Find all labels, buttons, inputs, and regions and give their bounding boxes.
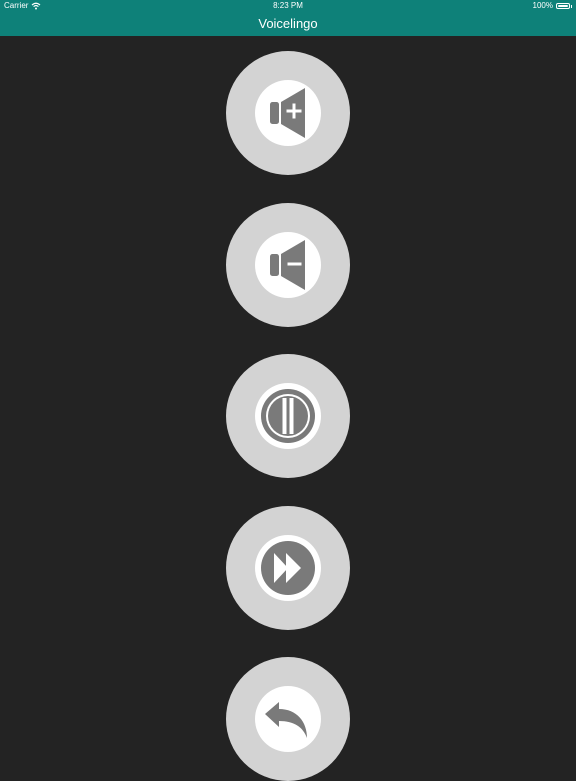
fast-forward-icon [261, 541, 315, 595]
nav-bar: Voicelingo [0, 12, 576, 36]
battery-percent: 100% [532, 1, 553, 10]
fast-forward-button[interactable] [226, 506, 350, 630]
status-time: 8:23 PM [273, 1, 303, 10]
reply-arrow-icon [265, 702, 307, 738]
pause-button[interactable] [226, 354, 350, 478]
volume-down-inner [255, 232, 321, 298]
status-bar: Carrier 8:23 PM 100% [0, 0, 576, 12]
app-title: Voicelingo [258, 16, 318, 31]
volume-down-button[interactable] [226, 203, 350, 327]
battery-icon [556, 3, 570, 9]
pause-inner [255, 383, 321, 449]
fast-forward-inner [255, 535, 321, 601]
battery-tip [571, 4, 572, 8]
volume-up-inner [255, 80, 321, 146]
back-button[interactable] [226, 657, 350, 781]
volume-up-button[interactable] [226, 51, 350, 175]
status-right: 100% [533, 0, 572, 12]
volume-minus-icon [270, 240, 305, 290]
volume-plus-icon [270, 88, 305, 138]
pause-icon [261, 389, 315, 443]
back-inner [255, 686, 321, 752]
